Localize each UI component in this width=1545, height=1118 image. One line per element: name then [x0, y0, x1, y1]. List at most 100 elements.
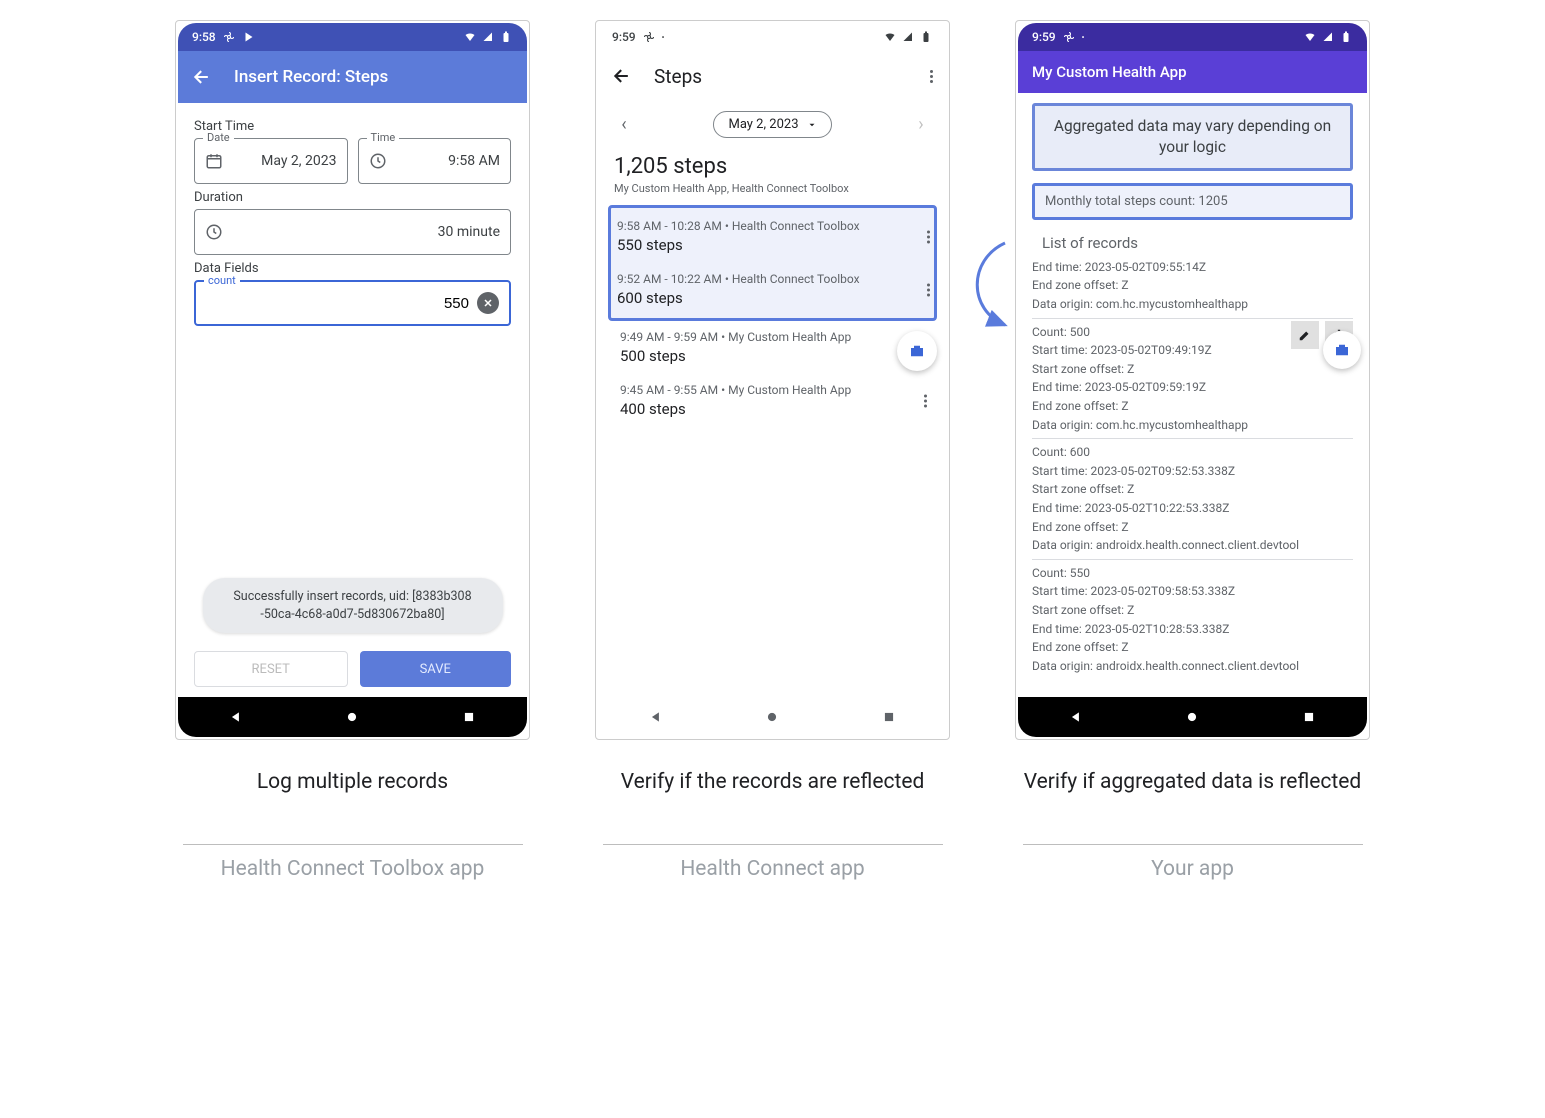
record-field: End time: 2023-05-02T10:22:53.338Z	[1032, 499, 1353, 518]
step-entry-value: 600 steps	[617, 289, 928, 307]
step-entry-value: 500 steps	[620, 347, 925, 365]
record-field: End time: 2023-05-02T10:28:53.338Z	[1032, 620, 1353, 639]
date-field[interactable]: Date May 2, 2023	[194, 138, 348, 184]
status-bar: 9:59 •	[598, 23, 947, 51]
list-of-records-title: List of records	[1032, 232, 1353, 258]
more-vert-icon[interactable]	[930, 70, 933, 83]
record-field: Start zone offset: Z	[1032, 480, 1353, 499]
wifi-icon	[883, 31, 897, 43]
status-time: 9:59	[612, 30, 636, 44]
record-field: End time: 2023-05-02T09:55:14Z	[1032, 258, 1353, 277]
record-field: End zone offset: Z	[1032, 518, 1353, 537]
step-entry[interactable]: 9:49 AM - 9:59 AM • My Custom Health App…	[614, 321, 931, 374]
clock-icon	[369, 152, 387, 170]
record-field: Start zone offset: Z	[1032, 601, 1353, 620]
duration-field[interactable]: 30 minute	[194, 209, 511, 255]
status-time: 9:59	[1032, 30, 1056, 44]
toast-message: Successfully insert records, uid: [8383b…	[203, 578, 503, 633]
record-field: End zone offset: Z	[1032, 276, 1353, 295]
wifi-icon	[1303, 31, 1317, 43]
reset-button[interactable]: RESET	[194, 651, 348, 687]
step-entry[interactable]: 9:45 AM - 9:55 AM • My Custom Health App…	[614, 374, 931, 427]
time-field[interactable]: Time 9:58 AM	[358, 138, 512, 184]
nav-back-icon[interactable]	[649, 710, 663, 724]
count-input[interactable]	[206, 295, 469, 312]
caption-top: Verify if aggregated data is reflected	[1024, 768, 1362, 832]
more-vert-icon[interactable]	[927, 230, 930, 243]
phone-health-connect: 9:59 • Steps ‹	[595, 20, 950, 740]
step-entry-time: 9:45 AM - 9:55 AM • My Custom Health App	[620, 383, 925, 397]
appbar-title: Insert Record: Steps	[234, 67, 388, 87]
record-field: End time: 2023-05-02T09:59:19Z	[1032, 378, 1353, 397]
chevron-right-icon[interactable]: ›	[911, 114, 931, 135]
record-field: Data origin: com.hc.mycustomhealthapp	[1032, 295, 1353, 314]
record-field: Data origin: androidx.health.connect.cli…	[1032, 536, 1353, 555]
date-picker-pill[interactable]: May 2, 2023	[713, 111, 831, 138]
toolbox-fab[interactable]	[897, 331, 937, 371]
pinwheel-icon	[222, 31, 236, 43]
nav-back-icon[interactable]	[1069, 710, 1083, 724]
record-field: End zone offset: Z	[1032, 397, 1353, 416]
status-bar: 9:59 •	[1018, 23, 1367, 51]
edit-button[interactable]	[1291, 321, 1319, 349]
app-bar: Steps	[598, 51, 947, 101]
step-entry[interactable]: 9:52 AM - 10:22 AM • Health Connect Tool…	[611, 263, 934, 316]
phone-custom-app: 9:59 • My Custom Health App Aggregated d…	[1015, 20, 1370, 740]
wifi-icon	[463, 31, 477, 43]
system-nav-bar	[598, 697, 947, 737]
data-fields-label: Data Fields	[194, 261, 511, 276]
record-field: Start time: 2023-05-02T09:52:53.338Z	[1032, 462, 1353, 481]
signal-icon	[481, 31, 495, 43]
date-mini-label: Date	[203, 131, 234, 144]
monthly-total-box: Monthly total steps count: 1205	[1032, 183, 1353, 220]
count-field[interactable]: count	[194, 280, 511, 326]
dot-icon: •	[1082, 33, 1085, 42]
battery-icon	[499, 31, 513, 43]
step-entry[interactable]: 9:58 AM - 10:28 AM • Health Connect Tool…	[611, 210, 934, 263]
step-entry-time: 9:58 AM - 10:28 AM • Health Connect Tool…	[617, 219, 928, 233]
more-vert-icon[interactable]	[924, 394, 927, 407]
dot-icon: •	[662, 33, 665, 42]
battery-icon	[1339, 31, 1353, 43]
record-block: Count: 550Start time: 2023-05-02T09:58:5…	[1032, 559, 1353, 676]
record-block: Count: 500Start time: 2023-05-02T09:49:1…	[1032, 318, 1353, 435]
clear-icon[interactable]	[477, 292, 499, 314]
system-nav-bar	[1018, 697, 1367, 737]
date-value: May 2, 2023	[223, 153, 337, 169]
caption-bottom: Health Connect app	[680, 855, 864, 883]
annotation-callout: Aggregated data may vary depending on yo…	[1032, 103, 1353, 171]
caption-bottom: Health Connect Toolbox app	[221, 855, 485, 883]
app-bar: Insert Record: Steps	[178, 51, 527, 103]
record-field: Start time: 2023-05-02T09:58:53.338Z	[1032, 582, 1353, 601]
back-arrow-icon[interactable]	[192, 67, 212, 87]
status-bar: 9:58	[178, 23, 527, 51]
nav-home-icon[interactable]	[1185, 710, 1199, 724]
record-field: Start zone offset: Z	[1032, 360, 1353, 379]
toolbox-fab[interactable]	[1323, 331, 1361, 369]
nav-recent-icon[interactable]	[882, 710, 896, 724]
nav-recent-icon[interactable]	[462, 710, 476, 724]
time-value: 9:58 AM	[387, 153, 501, 169]
back-arrow-icon[interactable]	[612, 66, 632, 86]
more-vert-icon[interactable]	[927, 283, 930, 296]
duration-value: 30 minute	[223, 224, 500, 240]
step-entry-time: 9:52 AM - 10:22 AM • Health Connect Tool…	[617, 272, 928, 286]
start-time-label: Start Time	[194, 119, 511, 134]
record-block: Count: 600Start time: 2023-05-02T09:52:5…	[1032, 438, 1353, 555]
signal-icon	[1321, 31, 1335, 43]
pinwheel-icon	[1062, 31, 1076, 43]
nav-home-icon[interactable]	[345, 710, 359, 724]
duration-label: Duration	[194, 190, 511, 205]
save-button[interactable]: SAVE	[360, 651, 512, 687]
nav-home-icon[interactable]	[765, 710, 779, 724]
step-entry-time: 9:49 AM - 9:59 AM • My Custom Health App	[620, 330, 925, 344]
record-field: End zone offset: Z	[1032, 638, 1353, 657]
annotation-arrow-icon	[960, 240, 1020, 360]
toolbox-icon	[1333, 341, 1351, 359]
appbar-title: Steps	[654, 65, 702, 88]
nav-recent-icon[interactable]	[1302, 710, 1316, 724]
nav-back-icon[interactable]	[229, 710, 243, 724]
battery-icon	[919, 31, 933, 43]
caption-divider	[603, 844, 943, 845]
chevron-left-icon[interactable]: ‹	[614, 114, 634, 135]
